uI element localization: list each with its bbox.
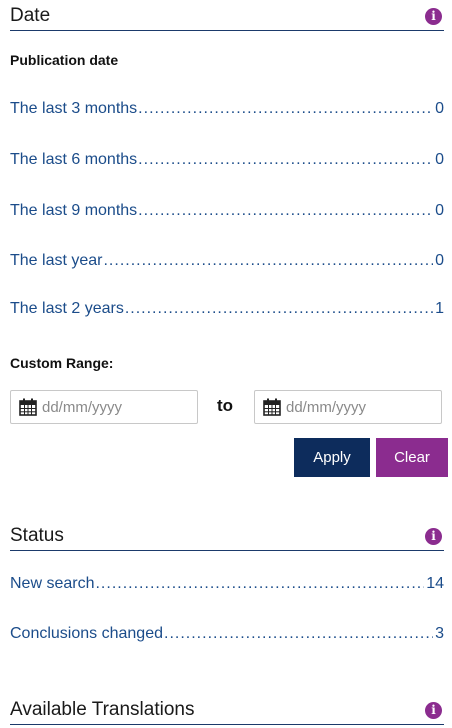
facet-item-count: 0: [435, 151, 444, 168]
facet-item-count: 3: [435, 625, 444, 642]
status-section-title: Status: [10, 525, 64, 546]
facet-item-last-6-months[interactable]: The last 6 months 0: [10, 151, 444, 173]
facet-item-label: Conclusions changed: [10, 625, 163, 642]
facet-item-label: The last year: [10, 252, 103, 269]
facet-item-label: The last 3 months: [10, 100, 138, 117]
translations-section-title: Available Translations: [10, 699, 195, 720]
to-label: to: [217, 396, 234, 415]
calendar-icon: [19, 398, 37, 416]
to-date-input[interactable]: [286, 398, 436, 416]
apply-button[interactable]: Apply: [294, 438, 370, 477]
facet-item-last-2-years[interactable]: The last 2 years 1: [10, 300, 444, 322]
date-section-header: Date i: [10, 3, 444, 31]
facet-item-count: 0: [435, 100, 444, 117]
custom-range-label: Custom Range:: [10, 355, 114, 371]
facet-item-count: 0: [435, 252, 444, 269]
facet-item-last-year[interactable]: The last year 0: [10, 252, 444, 274]
dot-leader: [138, 100, 433, 118]
info-icon[interactable]: i: [425, 8, 442, 25]
to-date-field[interactable]: [254, 390, 442, 424]
dot-leader: [138, 202, 433, 220]
facet-item-label: The last 6 months: [10, 151, 138, 168]
dot-leader: [138, 151, 433, 169]
from-date-input[interactable]: [42, 398, 192, 416]
facet-item-count: 1: [435, 300, 444, 317]
clear-button[interactable]: Clear: [376, 438, 448, 477]
facet-item-count: 14: [426, 575, 444, 592]
dot-leader: [103, 252, 433, 270]
from-date-field[interactable]: [10, 390, 198, 424]
facet-item-count: 0: [435, 202, 444, 219]
facet-item-new-search[interactable]: New search 14: [10, 575, 444, 597]
facet-item-label: The last 2 years: [10, 300, 124, 317]
facet-item-label: New search: [10, 575, 95, 592]
translations-section-header: Available Translations i: [10, 697, 444, 725]
facet-item-conclusions-changed[interactable]: Conclusions changed 3: [10, 625, 444, 647]
dot-leader: [95, 575, 424, 593]
info-icon[interactable]: i: [425, 702, 442, 719]
dot-leader: [164, 625, 433, 643]
info-icon[interactable]: i: [425, 528, 442, 545]
date-section-title: Date: [10, 5, 51, 26]
status-section-header: Status i: [10, 523, 444, 551]
facet-item-label: The last 9 months: [10, 202, 138, 219]
dot-leader: [125, 300, 433, 318]
facet-item-last-9-months[interactable]: The last 9 months 0: [10, 202, 444, 224]
publication-date-label: Publication date: [10, 52, 119, 68]
facet-item-last-3-months[interactable]: The last 3 months 0: [10, 100, 444, 122]
calendar-icon: [263, 398, 281, 416]
